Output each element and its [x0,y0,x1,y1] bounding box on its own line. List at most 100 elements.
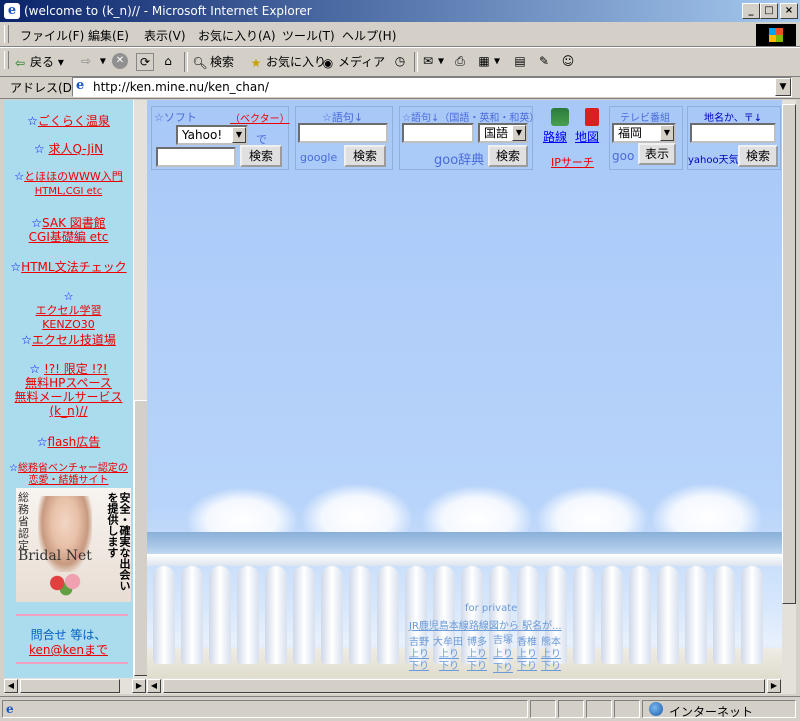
map-link[interactable]: 地図 [575,128,599,145]
favorites-button[interactable]: ★ お気に入り [248,53,326,71]
link-gokuraku-onsen[interactable]: ☆ごくらく温泉 [4,114,133,128]
goo-dictionary-brand: goo辞典 [434,153,485,168]
forward-button[interactable]: ⇨ ▾ [78,53,106,69]
baluster [293,566,315,664]
soft-search-button[interactable]: 検索 [240,145,282,167]
address-input[interactable]: e http://ken.mine.nu/ken_chan/ ▼ [72,77,792,97]
balustrade-rail [147,554,782,566]
vector-link[interactable]: （ベクター） [230,110,290,125]
soft-search-input[interactable] [156,147,236,167]
baluster [209,566,231,664]
left-hscrollbar[interactable]: ◀ ▶ [4,678,147,694]
left-scrollbar[interactable] [133,100,148,678]
link-romance-site[interactable]: ☆総務省ベンチャー認定の 恋愛・結婚サイト [4,463,133,487]
link-excel-learning[interactable]: ☆ エクセル学習 KENZO30 [4,290,133,332]
minimize-button[interactable]: _ [742,3,760,19]
back-arrow-icon: ⇦ [14,55,26,70]
status-cell [530,700,556,718]
main-scrollbar[interactable] [782,100,796,678]
media-button[interactable]: ◉ メディア [320,53,385,71]
divider [16,662,128,664]
weather-search-button[interactable]: 検索 [738,145,778,167]
maximize-button[interactable]: □ [760,3,778,19]
stop-button[interactable]: ✕ [112,53,130,69]
link-sak-library[interactable]: ☆SAK 図書館 CGI基礎編 etc [4,216,133,244]
banner-certified-text: 総務省認定 [18,491,29,552]
down-link-yoshizuka[interactable]: 下り [493,659,513,674]
link-html-check[interactable]: ☆HTML文法チェック [4,260,133,274]
address-dropdown-button[interactable]: ▼ [775,78,791,96]
research-button[interactable]: ✎ [536,53,554,69]
up-link-yoshizuka[interactable]: 上り [493,645,513,660]
menu-file[interactable]: ファイル(F) [20,27,84,44]
discuss-button[interactable]: ▤ [512,53,530,69]
menu-help[interactable]: ヘルプ(H) [342,27,396,44]
menu-favorites[interactable]: お気に入り(A) [198,27,276,44]
route-link[interactable]: 路線 [543,128,567,145]
google-search-input[interactable] [298,123,388,143]
tv-show-button[interactable]: 表示 [638,143,676,165]
toolbar-separator [184,52,188,72]
link-excel-dojo[interactable]: ☆エクセル技道場 [4,333,133,347]
left-scrollbar-thumb[interactable] [134,400,148,676]
main-hscrollbar[interactable]: ◀ ▶ [147,678,796,694]
scroll-left-icon[interactable]: ◀ [147,679,161,693]
edit-button[interactable]: ▦ ▾ [476,53,500,69]
tv-label: テレビ番組 [620,113,670,124]
goo-search-input[interactable] [402,123,474,143]
down-link-kashii[interactable]: 下り [517,657,537,672]
home-button[interactable]: ⌂ [160,53,178,69]
ip-search-link[interactable]: IPサーチ [551,154,594,170]
status-cell [586,700,612,718]
contact-email-link[interactable]: ken@kenまで [4,643,133,657]
down-link-omuta[interactable]: 下り [439,657,459,672]
refresh-button[interactable]: ⟳ [136,53,156,71]
tv-region-select[interactable]: 福岡 ▼ [612,123,676,143]
back-button[interactable]: ⇦ 戻る ▾ [12,53,64,71]
scroll-left-icon[interactable]: ◀ [4,679,18,693]
address-url: http://ken.mine.nu/ken_chan/ [93,80,269,94]
link-tohoho[interactable]: ☆とほほのWWW入門 HTML,CGI etc [4,170,133,199]
link-limited-services[interactable]: ☆ !?! 限定 !?! 無料HPスペース 無料メールサービス (k_n)// [4,362,133,418]
station-yoshizuka: 吉塚 [493,635,513,646]
down-link-hakata[interactable]: 下り [467,657,487,672]
main-hscroll-thumb[interactable] [163,679,765,693]
menu-view[interactable]: 表示(V) [144,27,186,44]
address-bar: アドレス(D) e http://ken.mine.nu/ken_chan/ ▼ [0,76,800,99]
down-link-yoshino[interactable]: 下り [409,657,429,672]
map-pin-icon[interactable] [585,108,599,126]
contact-text: 問合せ 等は、 [30,628,107,642]
forward-arrow-icon: ⇨ [80,54,92,68]
messenger-button[interactable]: ☺ [560,53,578,69]
soft-engine-select[interactable]: Yahoo! ▼ [176,125,248,145]
weather-panel: 地名か、〒↓ yahoo天気 検索 [687,106,781,170]
search-icon: 🔍︎ [192,55,208,70]
train-icon[interactable] [551,108,569,126]
mail-button[interactable]: ✉ ▾ [420,53,444,69]
jr-route-link[interactable]: JR鹿児島本線路線図から 駅名が... [409,617,562,632]
goo-dictionary-select[interactable]: 国語 ▼ [478,123,528,143]
baluster [181,566,203,664]
scroll-right-icon[interactable]: ▶ [767,679,781,693]
menu-tools[interactable]: ツール(T) [282,27,335,44]
goo-search-button[interactable]: 検索 [488,145,528,167]
close-button[interactable]: × [780,3,798,19]
down-link-kumamoto[interactable]: 下り [541,657,561,672]
left-hscroll-thumb[interactable] [20,679,120,693]
history-button[interactable]: ◷ [392,53,410,69]
baluster [657,566,679,664]
print-button[interactable]: ⎙ [452,53,470,69]
link-qjin[interactable]: ☆ 求人Q-JiN [4,142,133,156]
baluster [153,566,175,664]
menu-bar: ファイル(F) 編集(E) 表示(V) お気に入り(A) ツール(T) ヘルプ(… [0,22,800,47]
bridal-net-banner[interactable]: 総務省認定 安全・確実な出会いを提供します Bridal Net [16,488,131,602]
weather-location-input[interactable] [690,123,776,143]
soft-label: ☆ソフト [154,111,197,124]
link-flash-ad[interactable]: ☆flash広告 [4,435,133,449]
scroll-right-icon[interactable]: ▶ [132,679,146,693]
discuss-icon: ▤ [514,54,526,68]
menu-edit[interactable]: 編集(E) [88,27,129,44]
search-button[interactable]: 🔍︎ 検索 [192,53,234,71]
main-scrollbar-thumb[interactable] [782,104,796,604]
google-search-button[interactable]: 検索 [344,145,386,167]
